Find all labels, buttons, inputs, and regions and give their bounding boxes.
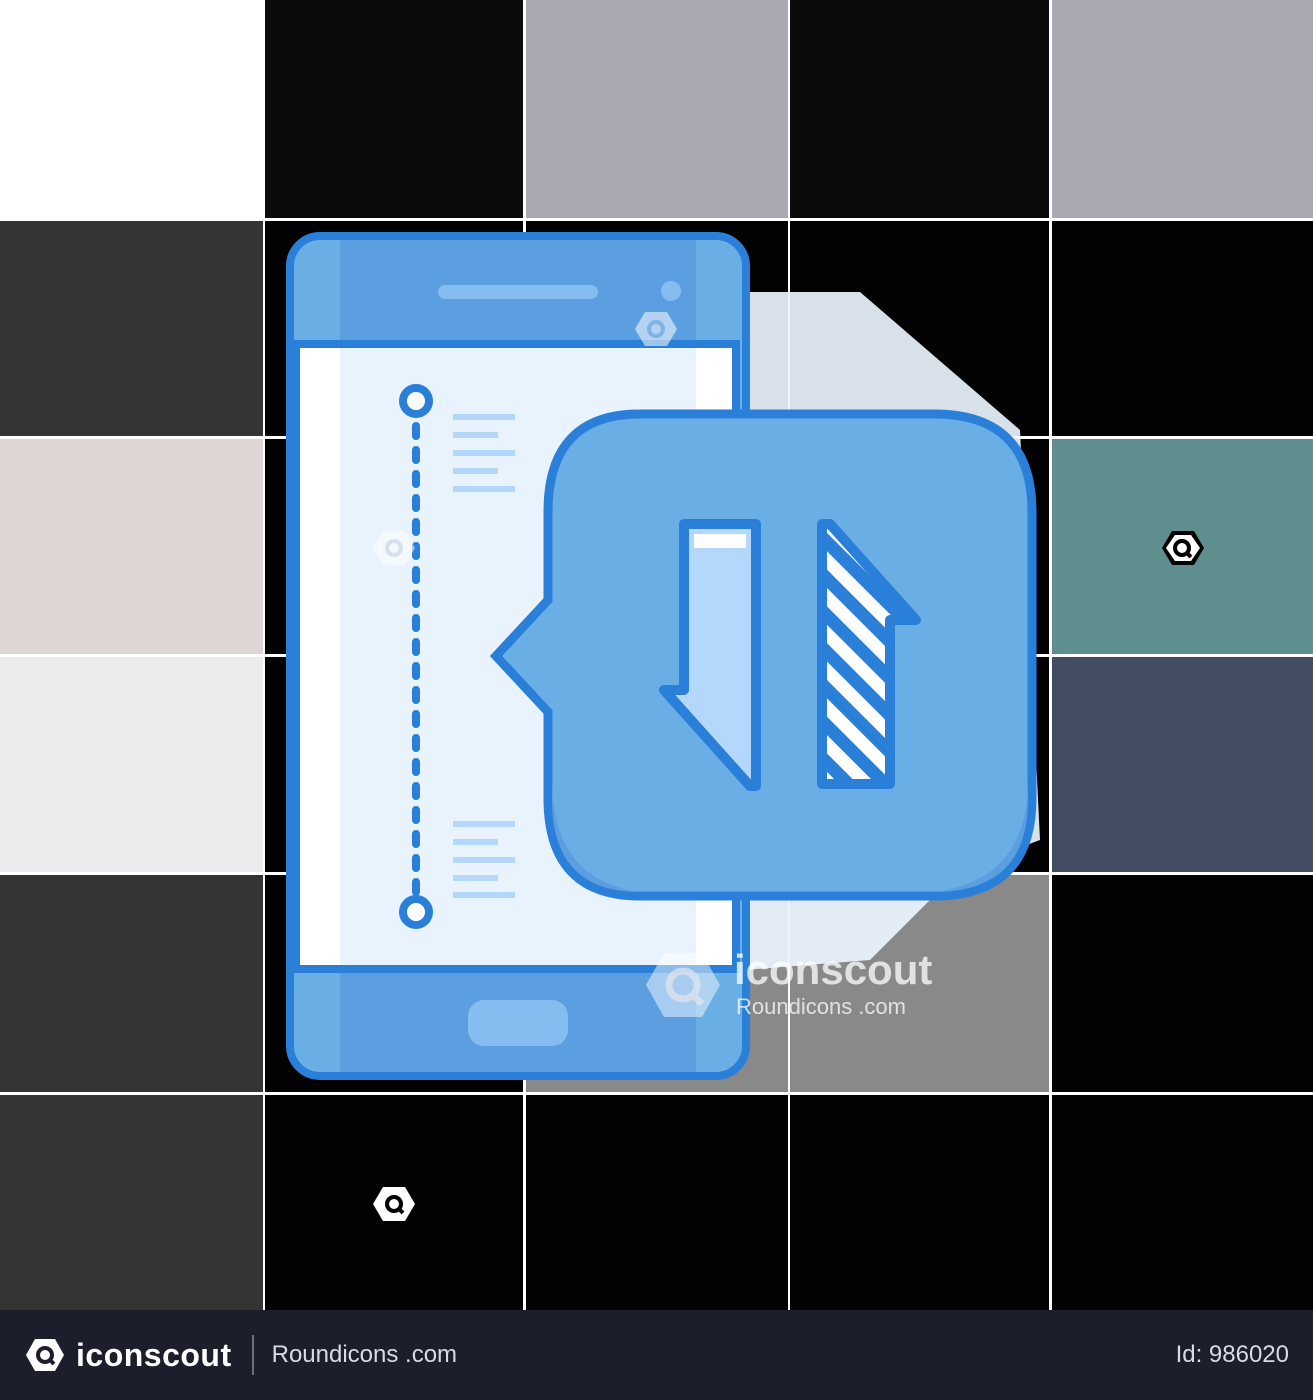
swap-arrows-bubble-icon [489,409,1037,901]
brand-link[interactable]: iconscout [24,1334,232,1376]
iconscout-logo-icon [26,1339,64,1371]
watermark-author-text: Roundicons .com [736,994,906,1019]
brand-name: iconscout [76,1336,232,1373]
asset-id: Id: 986020 [1175,1341,1289,1368]
author-link[interactable]: Roundicons .com [272,1341,457,1369]
footer-divider [251,1335,254,1375]
footer-bar: iconscout Roundicons .com Id: 986020 [0,1310,1313,1400]
preview-canvas: iconscout Roundicons .com [0,0,1313,1310]
watermark-brand-text: iconscout [734,946,932,993]
